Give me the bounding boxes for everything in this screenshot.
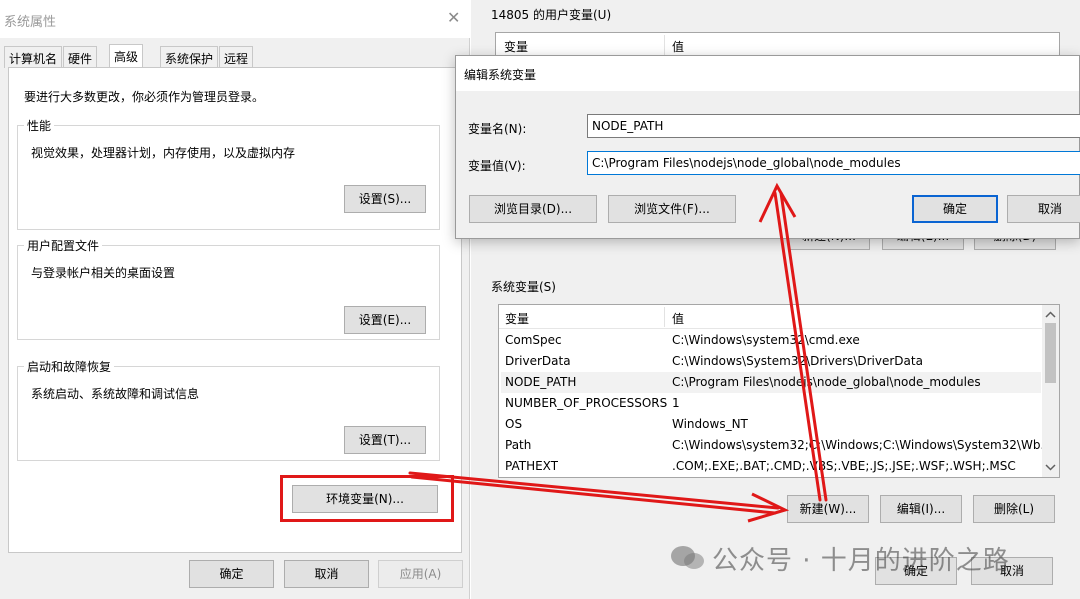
arrow-to-value-field [773, 191, 822, 502]
watermark-text: 公众号 · 十月的进阶之路 [712, 546, 1010, 576]
wechat-icon [671, 546, 704, 569]
annotation-arrows [408, 182, 828, 523]
arrow-to-new-button [408, 471, 780, 510]
